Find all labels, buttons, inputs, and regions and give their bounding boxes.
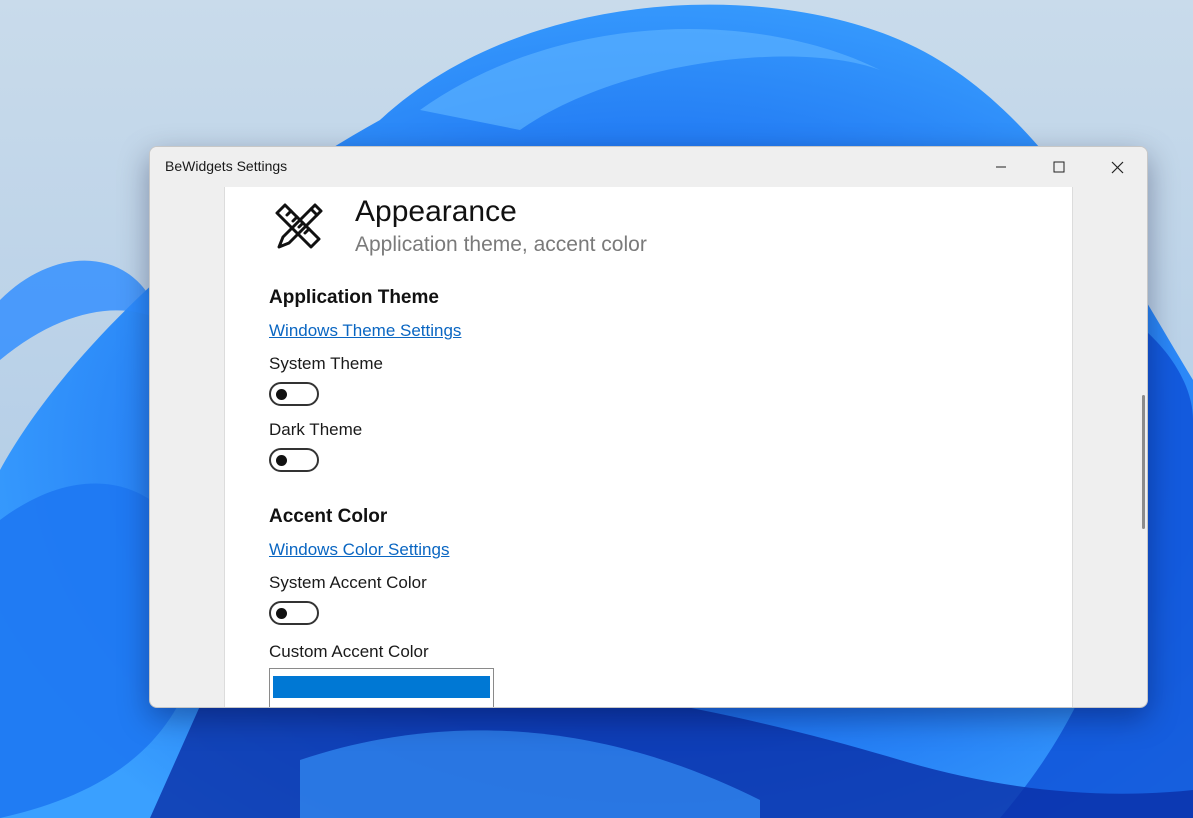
- toggle-knob: [276, 455, 287, 466]
- pencil-ruler-icon: [275, 203, 323, 249]
- system-theme-toggle[interactable]: [269, 382, 319, 406]
- maximize-icon: [1053, 161, 1065, 173]
- settings-window: BeWidgets Settings Appearance Applicatio…: [149, 146, 1148, 708]
- custom-accent-color-picker[interactable]: [269, 668, 494, 707]
- windows-theme-settings-link[interactable]: Windows Theme Settings: [269, 321, 461, 341]
- custom-accent-color-label: Custom Accent Color: [269, 642, 429, 661]
- close-icon: [1111, 161, 1123, 173]
- accent-color-swatch: [273, 676, 490, 698]
- toggle-knob: [276, 608, 287, 619]
- system-theme-label: System Theme: [269, 354, 384, 373]
- minimize-icon: [996, 166, 1006, 168]
- toggle-knob: [276, 389, 287, 400]
- close-button[interactable]: [1088, 147, 1146, 187]
- title-bar[interactable]: BeWidgets Settings: [150, 147, 1147, 187]
- system-accent-color-toggle[interactable]: [269, 601, 319, 625]
- vertical-scrollbar[interactable]: [1142, 395, 1145, 529]
- system-accent-color-label: System Accent Color: [269, 573, 427, 592]
- window-title: BeWidgets Settings: [165, 158, 288, 174]
- windows-color-settings-link[interactable]: Windows Color Settings: [269, 540, 449, 560]
- minimize-button[interactable]: [972, 147, 1030, 187]
- accent-color-heading: Accent Color: [269, 506, 388, 527]
- page-title: Appearance: [355, 195, 517, 228]
- page-subtitle: Application theme, accent color: [355, 233, 647, 256]
- dark-theme-label: Dark Theme: [269, 420, 363, 439]
- dark-theme-toggle[interactable]: [269, 448, 319, 472]
- maximize-button[interactable]: [1030, 147, 1088, 187]
- application-theme-heading: Application Theme: [269, 287, 439, 308]
- settings-content: Appearance Application theme, accent col…: [224, 187, 1073, 707]
